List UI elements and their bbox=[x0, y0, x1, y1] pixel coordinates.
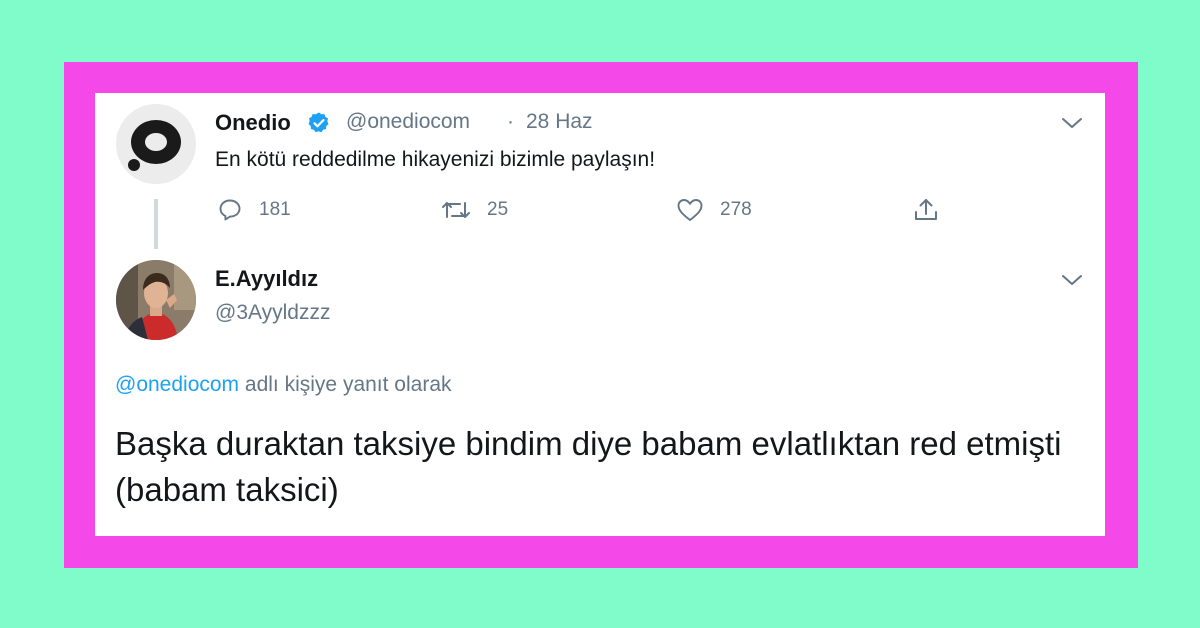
retweet-icon bbox=[442, 202, 470, 218]
like-count: 278 bbox=[720, 199, 752, 220]
onedio-logo-icon bbox=[116, 104, 196, 184]
like-button[interactable]: 278 bbox=[676, 195, 752, 225]
tweet-date[interactable]: 28 Haz bbox=[526, 110, 593, 134]
chevron-down-icon[interactable] bbox=[1061, 116, 1083, 130]
chevron-down-icon[interactable] bbox=[1061, 273, 1083, 287]
retweet-button[interactable]: 25 bbox=[441, 195, 508, 225]
share-icon bbox=[915, 199, 937, 220]
replying-to: @onediocom adlı kişiye yanıt olarak bbox=[115, 373, 452, 397]
author-handle[interactable]: @3Ayyldzzz bbox=[215, 301, 330, 325]
like-icon bbox=[677, 199, 703, 221]
person-photo-icon bbox=[116, 260, 196, 340]
reply-icon bbox=[219, 199, 241, 221]
onedio-avatar[interactable] bbox=[116, 104, 196, 184]
author-name[interactable]: E.Ayyıldız bbox=[215, 266, 318, 292]
share-button[interactable] bbox=[912, 195, 940, 225]
reply-suffix: adlı kişiye yanıt olarak bbox=[244, 373, 452, 396]
reply-mention-link[interactable]: @onediocom bbox=[115, 373, 239, 396]
author-name[interactable]: Onedio bbox=[215, 110, 291, 136]
tweet-card: Onedio @onediocom · 28 Haz En kötü redde… bbox=[95, 93, 1105, 536]
reply-button[interactable]: 181 bbox=[217, 195, 291, 225]
verified-badge-icon bbox=[308, 112, 329, 133]
retweet-count: 25 bbox=[487, 199, 509, 220]
user-avatar[interactable] bbox=[116, 260, 196, 340]
author-handle[interactable]: @onediocom bbox=[346, 110, 470, 134]
separator-dot: · bbox=[507, 110, 514, 133]
thread-line bbox=[154, 199, 158, 249]
reply-count: 181 bbox=[259, 199, 291, 220]
tweet-text: Başka duraktan taksiye bindim diye babam… bbox=[115, 425, 1062, 508]
tweet-text: En kötü reddedilme hikayenizi bizimle pa… bbox=[215, 148, 656, 171]
